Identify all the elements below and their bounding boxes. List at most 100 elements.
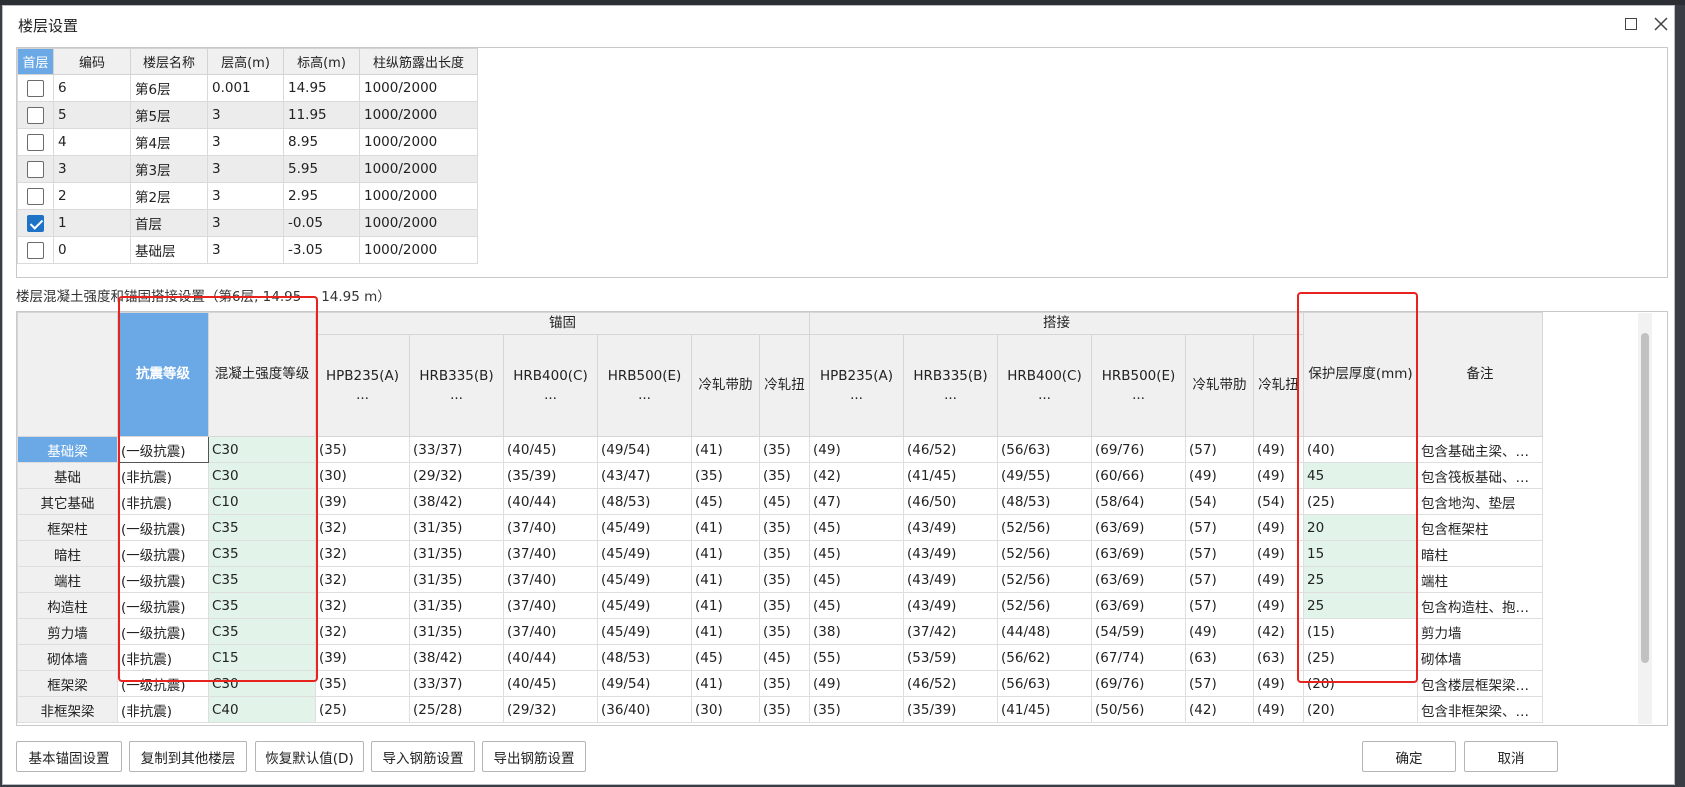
remark-cell[interactable]: 包含地沟、垫层 (1417, 488, 1543, 515)
floor-code-cell[interactable]: 1 (53, 209, 131, 237)
anchor-value-cell[interactable]: (38/42) (409, 644, 504, 671)
remark-cell[interactable]: 包含非框架梁、… (1417, 696, 1543, 723)
component-row[interactable]: 砌体墙 (非抗震) C15 (39) (38/42) (40/44) (48/53) (45)… (17, 644, 1543, 671)
anchor-value-cell[interactable]: (35) (759, 670, 810, 697)
anchor-value-cell[interactable]: (37/40) (503, 592, 598, 619)
component-row[interactable]: 构造柱 (一级抗震) C35 (32) (31/35) (37/40) (45/49) (41… (17, 592, 1543, 619)
header-code[interactable]: 编码 (53, 48, 131, 75)
lap-value-cell[interactable]: (49/55) (997, 462, 1092, 489)
scrollbar-thumb[interactable] (1641, 333, 1649, 663)
lap-value-cell[interactable]: (44/48) (997, 618, 1092, 645)
anchor-value-cell[interactable]: (31/35) (409, 592, 504, 619)
remark-cell[interactable]: 包含筏板基础、… (1417, 462, 1543, 489)
anchor-value-cell[interactable]: (25) (315, 696, 410, 723)
lap-value-cell[interactable]: (57) (1185, 540, 1254, 567)
header-lap-5[interactable]: 冷轧扭 (1253, 334, 1304, 437)
floor-exposed-length-cell[interactable]: 1000/2000 (359, 128, 478, 156)
lap-value-cell[interactable]: (63/69) (1091, 514, 1186, 541)
anchor-value-cell[interactable]: (31/35) (409, 540, 504, 567)
lap-value-cell[interactable]: (57) (1185, 670, 1254, 697)
floor-name-cell[interactable]: 第4层 (130, 128, 208, 156)
remark-cell[interactable]: 暗柱 (1417, 540, 1543, 567)
component-name-cell[interactable]: 基础梁 (17, 436, 118, 463)
component-name-cell[interactable]: 构造柱 (17, 592, 118, 619)
anchor-value-cell[interactable]: (30) (691, 696, 760, 723)
anchor-value-cell[interactable]: (29/32) (409, 462, 504, 489)
cover-thickness-cell[interactable]: (25) (1303, 644, 1418, 671)
component-row[interactable]: 端柱 (一级抗震) C35 (32) (31/35) (37/40) (45/49) (41)… (17, 566, 1543, 593)
component-row[interactable]: 剪力墙 (一级抗震) C35 (32) (31/35) (37/40) (45/49) (41… (17, 618, 1543, 645)
anchor-value-cell[interactable]: (37/40) (503, 514, 598, 541)
lap-value-cell[interactable]: (47) (809, 488, 904, 515)
concrete-grade-cell[interactable]: C15 (208, 644, 316, 671)
concrete-grade-cell[interactable]: C35 (208, 618, 316, 645)
first-floor-cell[interactable] (17, 182, 54, 210)
cover-thickness-cell[interactable]: 25 (1303, 566, 1418, 593)
lap-value-cell[interactable]: (63/69) (1091, 540, 1186, 567)
component-name-cell[interactable]: 端柱 (17, 566, 118, 593)
lap-value-cell[interactable]: (63) (1185, 644, 1254, 671)
restore-default-button[interactable]: 恢复默认值(D) (255, 741, 364, 772)
anchor-value-cell[interactable]: (41) (691, 540, 760, 567)
lap-value-cell[interactable]: (46/52) (903, 670, 998, 697)
lap-value-cell[interactable]: (43/49) (903, 540, 998, 567)
component-name-cell[interactable]: 基础 (17, 462, 118, 489)
floor-name-cell[interactable]: 第6层 (130, 74, 208, 102)
anchor-value-cell[interactable]: (49/54) (597, 670, 692, 697)
component-row[interactable]: 基础梁 (一级抗震) C30 (35) (33/37) (40/45) (49/54) (41… (17, 436, 1543, 463)
lap-value-cell[interactable]: (38) (809, 618, 904, 645)
anchor-value-cell[interactable]: (37/40) (503, 618, 598, 645)
cover-thickness-cell[interactable]: (20) (1303, 696, 1418, 723)
header-anchor-4[interactable]: 冷轧带肋 (691, 334, 760, 437)
lap-value-cell[interactable]: (69/76) (1091, 670, 1186, 697)
lap-value-cell[interactable]: (54/59) (1091, 618, 1186, 645)
floor-height-cell[interactable]: 3 (207, 128, 284, 156)
anchor-value-cell[interactable]: (35) (759, 514, 810, 541)
concrete-grade-cell[interactable]: C35 (208, 592, 316, 619)
component-name-cell[interactable]: 剪力墙 (17, 618, 118, 645)
lap-value-cell[interactable]: (45) (809, 592, 904, 619)
anchor-value-cell[interactable]: (43/47) (597, 462, 692, 489)
floor-code-cell[interactable]: 5 (53, 101, 131, 129)
anchor-value-cell[interactable]: (32) (315, 618, 410, 645)
cancel-button[interactable]: 取消 (1464, 741, 1558, 772)
floor-exposed-length-cell[interactable]: 1000/2000 (359, 74, 478, 102)
remark-cell[interactable]: 包含楼层框架梁… (1417, 670, 1543, 697)
anchor-value-cell[interactable]: (45/49) (597, 540, 692, 567)
lap-value-cell[interactable]: (49) (1253, 540, 1304, 567)
header-exposed-length[interactable]: 柱纵筋露出长度 (359, 48, 478, 75)
export-rebar-settings-button[interactable]: 导出钢筋设置 (482, 741, 586, 772)
anchor-value-cell[interactable]: (35) (759, 696, 810, 723)
lap-value-cell[interactable]: (49) (1253, 670, 1304, 697)
cover-thickness-cell[interactable]: 15 (1303, 540, 1418, 567)
anchor-value-cell[interactable]: (40/45) (503, 436, 598, 463)
concrete-grade-cell[interactable]: C40 (208, 696, 316, 723)
lap-value-cell[interactable]: (56/63) (997, 670, 1092, 697)
header-remark[interactable]: 备注 (1417, 312, 1543, 437)
floor-name-cell[interactable]: 首层 (130, 209, 208, 237)
anchor-value-cell[interactable]: (32) (315, 566, 410, 593)
anchor-value-cell[interactable]: (35) (759, 462, 810, 489)
anchor-value-cell[interactable]: (41) (691, 514, 760, 541)
component-row[interactable]: 暗柱 (一级抗震) C35 (32) (31/35) (37/40) (45/49) (41)… (17, 540, 1543, 567)
floor-elevation-cell[interactable]: 11.95 (283, 101, 360, 129)
component-name-cell[interactable]: 框架梁 (17, 670, 118, 697)
anchor-value-cell[interactable]: (31/35) (409, 514, 504, 541)
concrete-grade-cell[interactable]: C35 (208, 540, 316, 567)
seismic-grade-cell[interactable]: (一级抗震) (117, 540, 209, 567)
seismic-grade-cell[interactable]: (非抗震) (117, 644, 209, 671)
anchor-value-cell[interactable]: (35) (759, 592, 810, 619)
anchor-value-cell[interactable]: (25/28) (409, 696, 504, 723)
anchor-value-cell[interactable]: (45/49) (597, 592, 692, 619)
lap-value-cell[interactable]: (49) (1253, 696, 1304, 723)
lap-value-cell[interactable]: (49) (1253, 592, 1304, 619)
lap-value-cell[interactable]: (49) (1253, 514, 1304, 541)
header-concrete-grade[interactable]: 混凝土强度等级 (208, 312, 316, 437)
checkbox[interactable] (27, 242, 44, 259)
anchor-value-cell[interactable]: (36/40) (597, 696, 692, 723)
anchor-value-cell[interactable]: (33/37) (409, 670, 504, 697)
lap-value-cell[interactable]: (60/66) (1091, 462, 1186, 489)
floor-exposed-length-cell[interactable]: 1000/2000 (359, 209, 478, 237)
floor-height-cell[interactable]: 3 (207, 209, 284, 237)
floor-name-cell[interactable]: 第3层 (130, 155, 208, 183)
